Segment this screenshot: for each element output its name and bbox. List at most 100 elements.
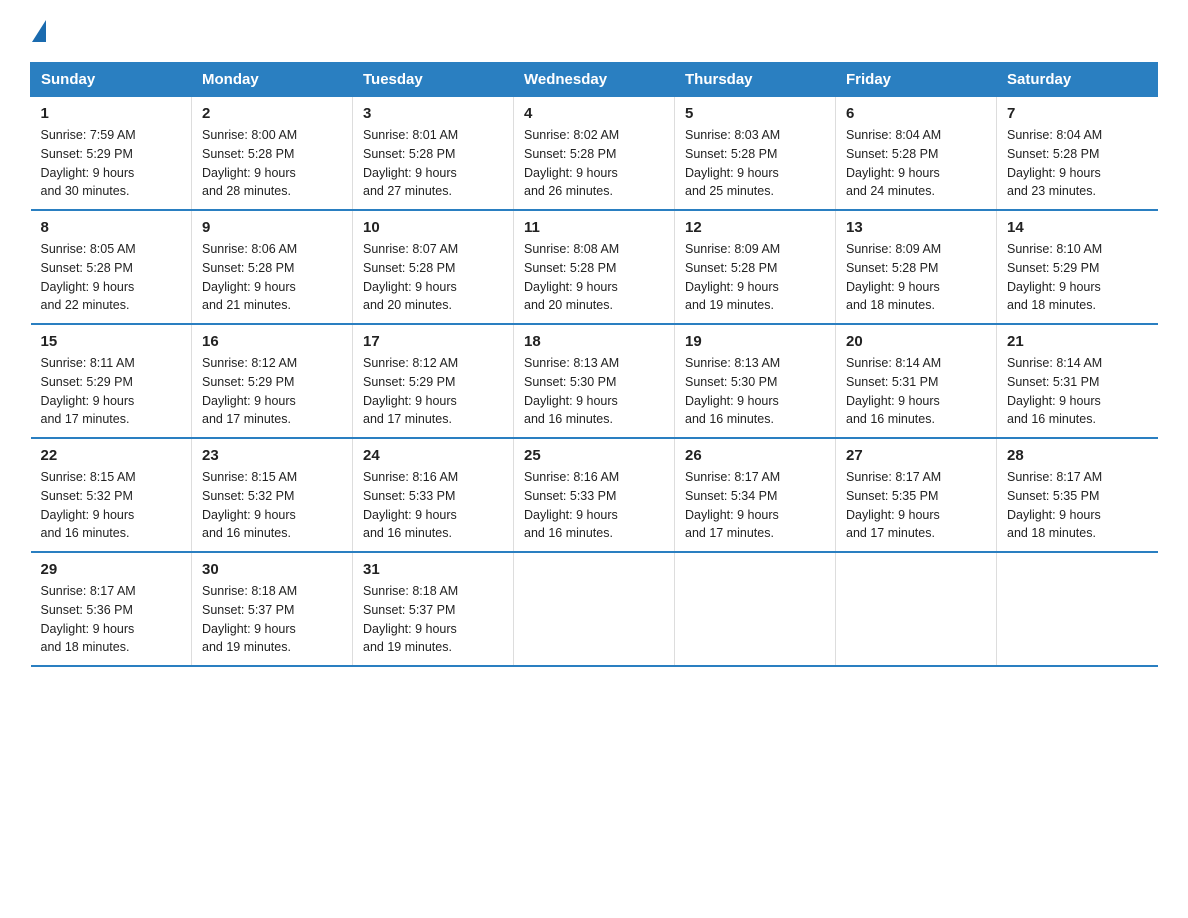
day-number: 7 [1007, 105, 1148, 122]
day-cell [675, 552, 836, 666]
day-number: 2 [202, 105, 342, 122]
day-number: 27 [846, 447, 986, 464]
day-info: Sunrise: 8:13 AMSunset: 5:30 PMDaylight:… [685, 354, 825, 429]
column-header-friday: Friday [836, 63, 997, 97]
day-number: 3 [363, 105, 503, 122]
day-cell: 30 Sunrise: 8:18 AMSunset: 5:37 PMDaylig… [192, 552, 353, 666]
day-number: 22 [41, 447, 182, 464]
day-info: Sunrise: 8:15 AMSunset: 5:32 PMDaylight:… [202, 468, 342, 543]
day-cell: 1 Sunrise: 7:59 AMSunset: 5:29 PMDayligh… [31, 97, 192, 211]
day-number: 10 [363, 219, 503, 236]
day-number: 8 [41, 219, 182, 236]
day-number: 30 [202, 561, 342, 578]
day-number: 29 [41, 561, 182, 578]
day-number: 16 [202, 333, 342, 350]
day-cell: 24 Sunrise: 8:16 AMSunset: 5:33 PMDaylig… [353, 438, 514, 552]
column-header-monday: Monday [192, 63, 353, 97]
day-cell: 23 Sunrise: 8:15 AMSunset: 5:32 PMDaylig… [192, 438, 353, 552]
day-cell: 29 Sunrise: 8:17 AMSunset: 5:36 PMDaylig… [31, 552, 192, 666]
day-cell: 15 Sunrise: 8:11 AMSunset: 5:29 PMDaylig… [31, 324, 192, 438]
day-number: 21 [1007, 333, 1148, 350]
calendar-body: 1 Sunrise: 7:59 AMSunset: 5:29 PMDayligh… [31, 97, 1158, 667]
day-info: Sunrise: 8:00 AMSunset: 5:28 PMDaylight:… [202, 126, 342, 201]
day-number: 31 [363, 561, 503, 578]
day-number: 4 [524, 105, 664, 122]
column-header-wednesday: Wednesday [514, 63, 675, 97]
day-cell: 21 Sunrise: 8:14 AMSunset: 5:31 PMDaylig… [997, 324, 1158, 438]
day-cell: 10 Sunrise: 8:07 AMSunset: 5:28 PMDaylig… [353, 210, 514, 324]
day-cell [514, 552, 675, 666]
day-info: Sunrise: 8:12 AMSunset: 5:29 PMDaylight:… [202, 354, 342, 429]
day-number: 5 [685, 105, 825, 122]
week-row-4: 22 Sunrise: 8:15 AMSunset: 5:32 PMDaylig… [31, 438, 1158, 552]
calendar-header: SundayMondayTuesdayWednesdayThursdayFrid… [31, 63, 1158, 97]
day-cell: 18 Sunrise: 8:13 AMSunset: 5:30 PMDaylig… [514, 324, 675, 438]
calendar-table: SundayMondayTuesdayWednesdayThursdayFrid… [30, 62, 1158, 667]
day-info: Sunrise: 8:12 AMSunset: 5:29 PMDaylight:… [363, 354, 503, 429]
day-info: Sunrise: 7:59 AMSunset: 5:29 PMDaylight:… [41, 126, 182, 201]
day-header-row: SundayMondayTuesdayWednesdayThursdayFrid… [31, 63, 1158, 97]
day-number: 11 [524, 219, 664, 236]
column-header-sunday: Sunday [31, 63, 192, 97]
day-cell: 14 Sunrise: 8:10 AMSunset: 5:29 PMDaylig… [997, 210, 1158, 324]
day-info: Sunrise: 8:04 AMSunset: 5:28 PMDaylight:… [1007, 126, 1148, 201]
week-row-2: 8 Sunrise: 8:05 AMSunset: 5:28 PMDayligh… [31, 210, 1158, 324]
day-number: 12 [685, 219, 825, 236]
day-number: 17 [363, 333, 503, 350]
day-cell: 3 Sunrise: 8:01 AMSunset: 5:28 PMDayligh… [353, 97, 514, 211]
day-cell: 16 Sunrise: 8:12 AMSunset: 5:29 PMDaylig… [192, 324, 353, 438]
day-info: Sunrise: 8:18 AMSunset: 5:37 PMDaylight:… [202, 582, 342, 657]
day-cell: 31 Sunrise: 8:18 AMSunset: 5:37 PMDaylig… [353, 552, 514, 666]
day-number: 6 [846, 105, 986, 122]
day-info: Sunrise: 8:07 AMSunset: 5:28 PMDaylight:… [363, 240, 503, 315]
day-info: Sunrise: 8:13 AMSunset: 5:30 PMDaylight:… [524, 354, 664, 429]
column-header-thursday: Thursday [675, 63, 836, 97]
day-info: Sunrise: 8:08 AMSunset: 5:28 PMDaylight:… [524, 240, 664, 315]
day-info: Sunrise: 8:10 AMSunset: 5:29 PMDaylight:… [1007, 240, 1148, 315]
day-cell: 25 Sunrise: 8:16 AMSunset: 5:33 PMDaylig… [514, 438, 675, 552]
day-info: Sunrise: 8:15 AMSunset: 5:32 PMDaylight:… [41, 468, 182, 543]
page-header [30, 20, 1158, 42]
day-cell: 20 Sunrise: 8:14 AMSunset: 5:31 PMDaylig… [836, 324, 997, 438]
day-info: Sunrise: 8:18 AMSunset: 5:37 PMDaylight:… [363, 582, 503, 657]
day-cell: 19 Sunrise: 8:13 AMSunset: 5:30 PMDaylig… [675, 324, 836, 438]
day-cell: 13 Sunrise: 8:09 AMSunset: 5:28 PMDaylig… [836, 210, 997, 324]
day-number: 15 [41, 333, 182, 350]
day-cell: 4 Sunrise: 8:02 AMSunset: 5:28 PMDayligh… [514, 97, 675, 211]
week-row-1: 1 Sunrise: 7:59 AMSunset: 5:29 PMDayligh… [31, 97, 1158, 211]
day-number: 25 [524, 447, 664, 464]
logo-triangle-icon [32, 20, 46, 42]
day-cell: 9 Sunrise: 8:06 AMSunset: 5:28 PMDayligh… [192, 210, 353, 324]
day-cell [997, 552, 1158, 666]
day-info: Sunrise: 8:14 AMSunset: 5:31 PMDaylight:… [846, 354, 986, 429]
day-number: 18 [524, 333, 664, 350]
day-cell: 12 Sunrise: 8:09 AMSunset: 5:28 PMDaylig… [675, 210, 836, 324]
day-info: Sunrise: 8:09 AMSunset: 5:28 PMDaylight:… [685, 240, 825, 315]
week-row-5: 29 Sunrise: 8:17 AMSunset: 5:36 PMDaylig… [31, 552, 1158, 666]
day-number: 14 [1007, 219, 1148, 236]
day-info: Sunrise: 8:01 AMSunset: 5:28 PMDaylight:… [363, 126, 503, 201]
day-cell: 28 Sunrise: 8:17 AMSunset: 5:35 PMDaylig… [997, 438, 1158, 552]
day-cell: 6 Sunrise: 8:04 AMSunset: 5:28 PMDayligh… [836, 97, 997, 211]
day-cell: 26 Sunrise: 8:17 AMSunset: 5:34 PMDaylig… [675, 438, 836, 552]
day-info: Sunrise: 8:17 AMSunset: 5:34 PMDaylight:… [685, 468, 825, 543]
day-number: 20 [846, 333, 986, 350]
day-info: Sunrise: 8:17 AMSunset: 5:35 PMDaylight:… [1007, 468, 1148, 543]
day-cell: 17 Sunrise: 8:12 AMSunset: 5:29 PMDaylig… [353, 324, 514, 438]
day-info: Sunrise: 8:05 AMSunset: 5:28 PMDaylight:… [41, 240, 182, 315]
day-info: Sunrise: 8:14 AMSunset: 5:31 PMDaylight:… [1007, 354, 1148, 429]
day-info: Sunrise: 8:04 AMSunset: 5:28 PMDaylight:… [846, 126, 986, 201]
column-header-saturday: Saturday [997, 63, 1158, 97]
week-row-3: 15 Sunrise: 8:11 AMSunset: 5:29 PMDaylig… [31, 324, 1158, 438]
day-info: Sunrise: 8:11 AMSunset: 5:29 PMDaylight:… [41, 354, 182, 429]
day-cell: 8 Sunrise: 8:05 AMSunset: 5:28 PMDayligh… [31, 210, 192, 324]
day-info: Sunrise: 8:02 AMSunset: 5:28 PMDaylight:… [524, 126, 664, 201]
day-info: Sunrise: 8:16 AMSunset: 5:33 PMDaylight:… [363, 468, 503, 543]
day-info: Sunrise: 8:03 AMSunset: 5:28 PMDaylight:… [685, 126, 825, 201]
day-info: Sunrise: 8:17 AMSunset: 5:36 PMDaylight:… [41, 582, 182, 657]
day-cell: 7 Sunrise: 8:04 AMSunset: 5:28 PMDayligh… [997, 97, 1158, 211]
column-header-tuesday: Tuesday [353, 63, 514, 97]
day-cell: 22 Sunrise: 8:15 AMSunset: 5:32 PMDaylig… [31, 438, 192, 552]
day-number: 19 [685, 333, 825, 350]
day-info: Sunrise: 8:16 AMSunset: 5:33 PMDaylight:… [524, 468, 664, 543]
